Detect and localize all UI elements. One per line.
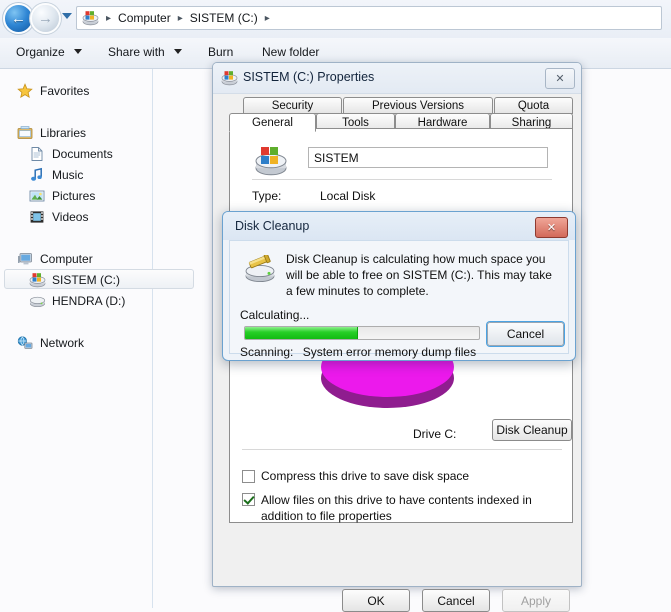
music-note-icon <box>29 167 47 183</box>
disk-cleanup-message: Disk Cleanup is calculating how much spa… <box>286 252 552 298</box>
checkbox-index-label: Allow files on this drive to have conten… <box>261 493 532 523</box>
toolbar-share-with-button[interactable]: Share with <box>108 45 183 59</box>
sidebar-item-hendra-d[interactable]: HENDRA (D:) <box>29 291 125 311</box>
sidebar-label-sistem-c: SISTEM (C:) <box>52 273 120 287</box>
progress-bar <box>244 326 480 340</box>
sidebar-item-computer[interactable]: Computer <box>17 249 93 269</box>
picture-icon <box>29 188 47 204</box>
tab-previous-versions[interactable]: Previous Versions <box>343 97 493 114</box>
sidebar-label-videos: Videos <box>52 210 89 224</box>
disk-cleanup-titlebar[interactable]: Disk Cleanup ✕ <box>223 212 575 240</box>
disk-cleanup-dialog: Disk Cleanup ✕ Disk Cleanup is calculati… <box>222 211 576 361</box>
toolbar-organize-label: Organize <box>16 45 65 59</box>
sidebar-item-videos[interactable]: Videos <box>29 207 88 227</box>
toolbar-new-folder-label: New folder <box>262 45 320 59</box>
sidebar-label-libraries: Libraries <box>40 126 87 140</box>
sidebar-item-sistem-c[interactable]: SISTEM (C:) <box>29 270 120 290</box>
disk-cleanup-cancel-button[interactable]: Cancel <box>487 322 564 346</box>
progress-bar-fill <box>245 327 359 339</box>
navigation-pane: Favorites Libraries Documents Music Pict… <box>0 69 194 608</box>
drive-icon <box>29 293 47 309</box>
drive-caption: Drive C: <box>413 427 457 441</box>
history-dropdown-icon[interactable] <box>62 13 72 19</box>
divider-2 <box>242 449 562 450</box>
scanning-row: Scanning: System error memory dump files <box>240 345 476 359</box>
drive-icon <box>82 10 99 26</box>
apply-button: Apply <box>502 589 570 612</box>
back-arrow-icon[interactable]: ← <box>5 5 32 32</box>
tab-quota[interactable]: Quota <box>494 97 573 114</box>
libraries-icon <box>17 125 35 141</box>
toolbar-new-folder-button[interactable]: New folder <box>262 45 319 59</box>
address-bar[interactable]: ▸ Computer ▸ SISTEM (C:) ▸ <box>76 6 662 30</box>
properties-title-text: SISTEM (C:) Properties <box>243 70 375 84</box>
star-icon <box>17 83 35 99</box>
sidebar-label-favorites: Favorites <box>40 84 90 98</box>
close-glyph: ✕ <box>546 222 557 234</box>
back-arrow-glyph: ← <box>11 10 26 27</box>
volume-label-input[interactable] <box>308 147 548 168</box>
breadcrumb-separator-0: ▸ <box>106 12 112 24</box>
document-icon <box>29 146 47 162</box>
ok-button[interactable]: OK <box>342 589 410 612</box>
sidebar-item-documents[interactable]: Documents <box>29 144 113 164</box>
disk-cleanup-icon <box>242 253 278 285</box>
disk-cleanup-button[interactable]: Disk Cleanup <box>492 419 572 441</box>
disk-cleanup-title-text: Disk Cleanup <box>235 219 310 233</box>
close-icon[interactable]: ✕ <box>535 217 568 238</box>
drive-icon <box>221 70 238 86</box>
checkbox-compress-label: Compress this drive to save disk space <box>261 469 470 483</box>
sidebar-item-network[interactable]: Network <box>17 333 84 353</box>
forward-arrow-glyph: → <box>38 10 53 27</box>
sidebar-label-documents: Documents <box>52 147 113 161</box>
pane-divider[interactable] <box>152 69 153 608</box>
breadcrumb-separator-2[interactable]: ▸ <box>261 13 274 24</box>
toolbar-organize-button[interactable]: Organize <box>16 45 83 59</box>
forward-arrow-icon[interactable]: → <box>32 5 59 32</box>
sidebar-item-favorites[interactable]: Favorites <box>17 81 89 101</box>
properties-tabstrip: Security Previous Versions Quota General… <box>229 97 573 132</box>
divider-1 <box>252 179 552 180</box>
disk-cleanup-body: Disk Cleanup is calculating how much spa… <box>229 240 569 359</box>
checkbox-index-contents[interactable]: Allow files on this drive to have conten… <box>242 492 560 524</box>
type-value: Local Disk <box>320 189 376 203</box>
type-label: Type: <box>252 189 282 203</box>
chevron-down-icon <box>174 49 183 54</box>
video-icon <box>29 209 47 225</box>
toolbar-burn-button[interactable]: Burn <box>208 45 233 59</box>
network-icon <box>17 335 35 351</box>
system-drive-icon <box>29 272 47 288</box>
cancel-button[interactable]: Cancel <box>422 589 490 612</box>
breadcrumb-item-sistem[interactable]: SISTEM (C:) <box>187 11 261 25</box>
computer-icon <box>17 251 35 267</box>
breadcrumb-item-computer[interactable]: Computer <box>115 11 174 25</box>
calculating-label: Calculating... <box>240 308 310 322</box>
tab-general[interactable]: General <box>229 113 316 132</box>
checkbox-compress-box[interactable] <box>242 470 255 483</box>
sidebar-label-hendra-d: HENDRA (D:) <box>52 294 126 308</box>
navigation-bar: ← → ▸ Computer ▸ SISTEM (C:) ▸ <box>0 0 671 38</box>
toolbar-burn-label: Burn <box>208 45 234 59</box>
toolbar-share-with-label: Share with <box>108 45 165 59</box>
sidebar-item-pictures[interactable]: Pictures <box>29 186 95 206</box>
checkbox-compress-drive[interactable]: Compress this drive to save disk space <box>242 469 560 483</box>
close-glyph: ✕ <box>555 73 565 85</box>
sidebar-item-libraries[interactable]: Libraries <box>17 123 86 143</box>
breadcrumb-separator-1: ▸ <box>177 12 183 24</box>
chevron-down-icon <box>74 49 83 54</box>
tab-security[interactable]: Security <box>243 97 342 114</box>
checkbox-index-box[interactable] <box>242 493 255 506</box>
drive-icon <box>254 145 288 177</box>
close-icon[interactable]: ✕ <box>545 68 575 89</box>
properties-titlebar[interactable]: SISTEM (C:) Properties ✕ <box>213 63 581 94</box>
scanning-label: Scanning: <box>240 345 294 359</box>
sidebar-item-music[interactable]: Music <box>29 165 83 185</box>
sidebar-label-network: Network <box>40 336 85 350</box>
scanning-value: System error memory dump files <box>302 345 477 359</box>
sidebar-label-computer: Computer <box>40 252 93 266</box>
sidebar-label-pictures: Pictures <box>52 189 96 203</box>
sidebar-label-music: Music <box>52 168 84 182</box>
